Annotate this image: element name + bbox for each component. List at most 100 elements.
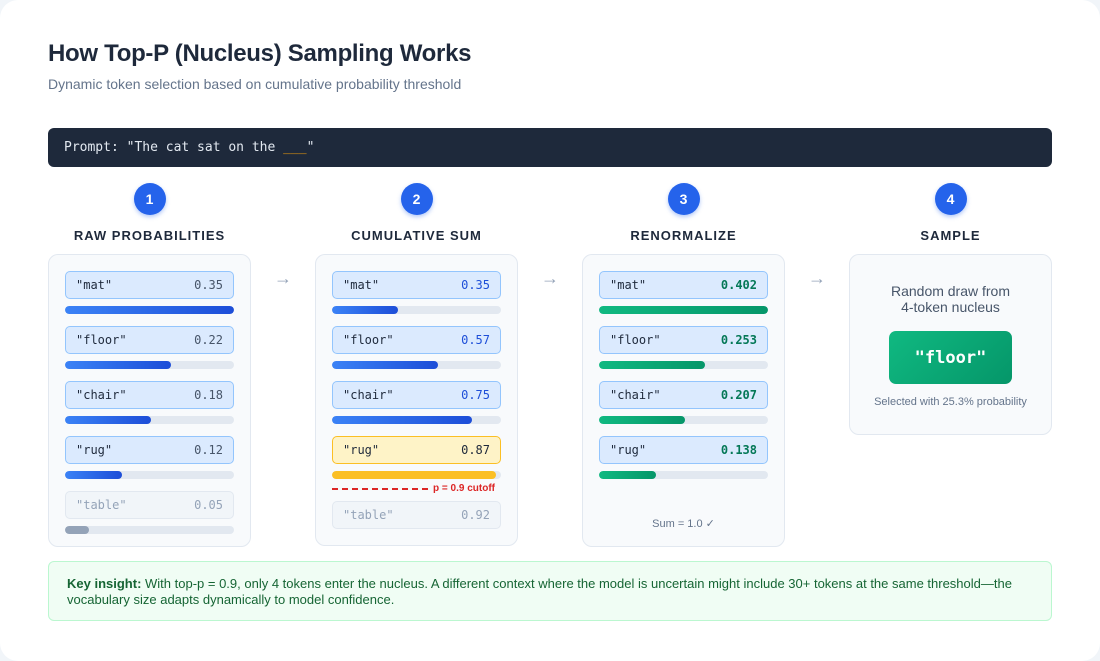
token-value: 0.35 [461,278,490,292]
insight-text: With top-p = 0.9, only 4 tokens enter th… [67,576,1012,607]
token-value: 0.87 [461,443,490,457]
arrow-right-icon: → [274,268,292,288]
token-value: 0.75 [461,388,490,402]
renormalized-bar-track [599,471,768,479]
renormalized-bar-track [599,361,768,369]
probability-bar-track [65,361,234,369]
probability-bar-track [65,306,234,314]
token-chip: "chair" 0.18 [65,381,234,409]
step-label: CUMULATIVE SUM [351,228,482,243]
token-value: 0.207 [720,388,757,402]
token-value: 0.05 [194,498,223,512]
token-chip-threshold: "rug" 0.87 [332,436,501,464]
prompt-blank: ___ [283,140,307,155]
renormalized-bar [599,416,686,424]
token-chip: "chair" 0.75 [332,381,501,409]
page-title: How Top-P (Nucleus) Sampling Works [48,40,472,67]
token-text: "chair" [343,388,394,402]
step-renormalize: 3 RENORMALIZE "mat" 0.402 "floor" 0.253 "c… [582,183,785,547]
renormalize-panel: "mat" 0.402 "floor" 0.253 "chair" 0.207 "ru… [582,254,785,547]
renormalized-bar [599,361,706,369]
cumulative-sum-panel: "mat" 0.35 "floor" 0.57 "chair" 0.75 "rug" 0… [315,254,518,546]
token-text: "rug" [76,443,113,457]
token-text: "floor" [343,333,394,347]
step-cumulative-sum: 2 CUMULATIVE SUM "mat" 0.35 "floor" 0.57 "… [315,183,518,546]
cumulative-bar-track [332,416,501,424]
arrow-right-icon: → [541,268,559,288]
token-chip: "mat" 0.35 [65,271,234,299]
token-value: 0.253 [720,333,757,347]
raw-probabilities-panel: "mat" 0.35 "floor" 0.22 "chair" 0.18 "rug" 0… [48,254,251,547]
sum-check: Sum = 1.0 ✓ [652,518,715,530]
cutoff-marker: p = 0.9 cutoff [332,483,501,495]
token-chip-excluded: "table" 0.92 [332,501,501,529]
token-text: "table" [343,508,394,522]
token-text: "chair" [76,388,127,402]
token-text: "mat" [76,278,113,292]
token-text: "table" [76,498,127,512]
selected-token: "floor" [889,331,1012,384]
probability-bar [65,526,89,534]
token-text: "mat" [610,278,647,292]
token-chip: "mat" 0.35 [332,271,501,299]
step-number-badge: 4 [934,183,967,215]
token-text: "floor" [610,333,661,347]
cumulative-bar-track [332,306,501,314]
token-chip: "mat" 0.402 [599,271,768,299]
step-number-badge: 2 [400,183,433,215]
probability-bar-track [65,471,234,479]
probability-bar [65,306,234,314]
sample-panel: Random draw from 4-token nucleus "floor"… [849,254,1052,435]
renormalized-bar [599,471,657,479]
token-chip: "rug" 0.12 [65,436,234,464]
sample-description-line: 4-token nucleus [901,299,1000,315]
token-text: "floor" [76,333,127,347]
step-number-badge: 1 [133,183,166,215]
sample-description: Random draw from 4-token nucleus [866,283,1035,315]
renormalized-bar-track [599,416,768,424]
probability-bar-track [65,526,234,534]
token-value: 0.35 [194,278,223,292]
token-text: "mat" [343,278,380,292]
sample-description-line: Random draw from [890,283,1011,299]
token-value: 0.92 [461,508,490,522]
token-text: "chair" [610,388,661,402]
token-chip: "floor" 0.57 [332,326,501,354]
selected-probability-note: Selected with 25.3% probability [874,396,1027,408]
token-value: 0.12 [194,443,223,457]
step-raw-probabilities: 1 RAW PROBABILITIES "mat" 0.35 "floor" 0.2… [48,183,251,547]
page-subtitle: Dynamic token selection based on cumulat… [48,76,462,92]
step-label: RENORMALIZE [630,228,737,243]
cumulative-bar [332,416,473,424]
token-text: "rug" [610,443,647,457]
key-insight-box: Key insight: With top-p = 0.9, only 4 to… [48,561,1052,621]
step-label: SAMPLE [920,228,981,243]
probability-bar [65,416,152,424]
step-sample: 4 SAMPLE Random draw from 4-token nucleu… [849,183,1052,435]
cutoff-label: p = 0.9 cutoff [433,483,495,494]
cumulative-bar [332,306,398,314]
renormalized-bar-track [599,306,768,314]
token-value: 0.18 [194,388,223,402]
token-value: 0.138 [720,443,757,457]
cumulative-bar-track [332,471,501,479]
renormalized-bar [599,306,768,314]
prompt-suffix: " [306,140,315,155]
cumulative-bar-track [332,361,501,369]
diagram-card: How Top-P (Nucleus) Sampling Works Dynam… [0,0,1100,661]
token-chip-excluded: "table" 0.05 [65,491,234,519]
token-chip: "floor" 0.253 [599,326,768,354]
probability-bar [65,471,123,479]
step-number-badge: 3 [667,183,700,215]
token-value: 0.402 [720,278,757,292]
token-text: "rug" [343,443,380,457]
probability-bar [65,361,172,369]
token-value: 0.22 [194,333,223,347]
cumulative-bar [332,361,439,369]
token-chip: "rug" 0.138 [599,436,768,464]
prompt-bar: Prompt: "The cat sat on the ___" [48,128,1052,167]
token-value: 0.57 [461,333,490,347]
cumulative-bar [332,471,496,479]
insight-lead: Key insight: [67,576,142,591]
arrow-right-icon: → [808,268,826,288]
